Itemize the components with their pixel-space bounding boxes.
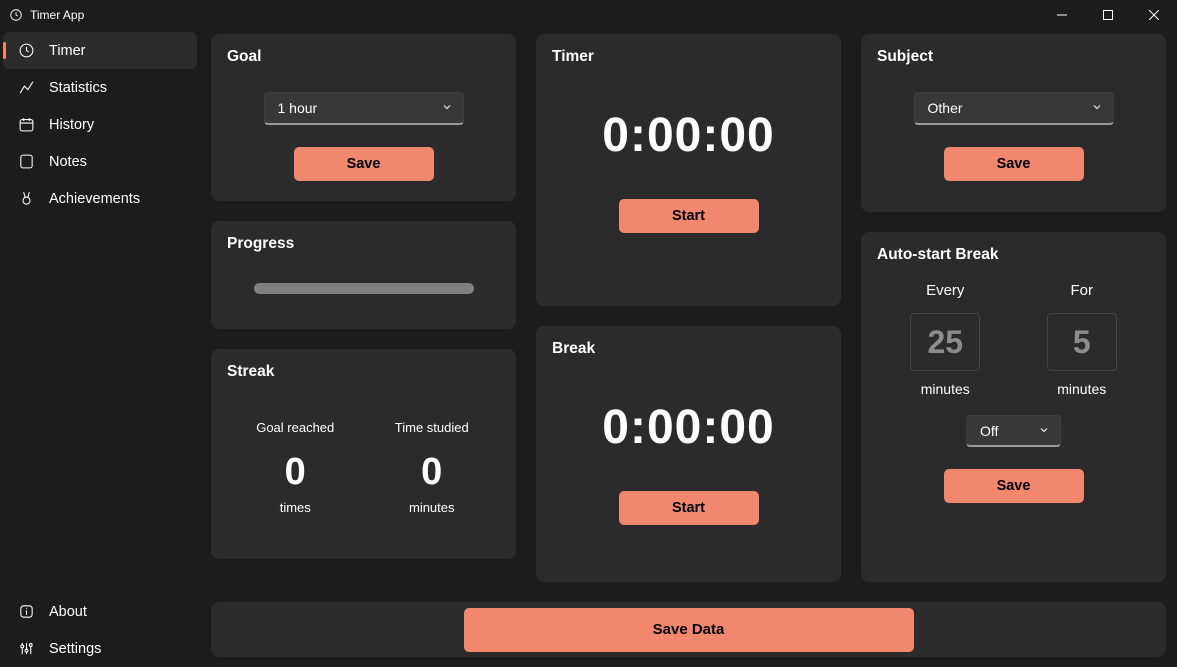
streak-goal-unit: times	[240, 500, 350, 515]
sidebar-item-notes[interactable]: Notes	[3, 143, 197, 180]
content: Goal 1 hour Save Progress Streak	[200, 30, 1177, 667]
subject-select[interactable]: Other	[914, 92, 1114, 125]
sliders-icon	[17, 640, 35, 658]
auto-for-label: For	[1032, 282, 1132, 299]
progress-card: Progress	[211, 221, 516, 329]
streak-time-column: Time studied 0 minutes	[377, 411, 487, 515]
auto-every-unit: minutes	[895, 381, 995, 397]
info-icon	[17, 603, 35, 621]
streak-time-label: Time studied	[377, 411, 487, 445]
break-display: 0:00:00	[552, 400, 825, 455]
save-data-button[interactable]: Save Data	[464, 608, 914, 652]
streak-goal-column: Goal reached 0 times	[240, 411, 350, 515]
sidebar-item-settings[interactable]: Settings	[3, 630, 197, 667]
sidebar-item-history[interactable]: History	[3, 106, 197, 143]
goal-card: Goal 1 hour Save	[211, 34, 516, 201]
subject-select-value: Other	[928, 100, 963, 116]
streak-time-unit: minutes	[377, 500, 487, 515]
timer-start-button[interactable]: Start	[619, 199, 759, 233]
app-icon	[8, 7, 24, 23]
minimize-button[interactable]	[1039, 0, 1085, 30]
save-data-card: Save Data	[211, 602, 1166, 657]
sidebar: Timer Statistics History Notes Achieveme…	[0, 30, 200, 667]
sidebar-item-statistics[interactable]: Statistics	[3, 69, 197, 106]
goal-select[interactable]: 1 hour	[264, 92, 464, 125]
clock-icon	[17, 42, 35, 60]
break-title: Break	[552, 340, 825, 358]
auto-for-input[interactable]: 5	[1047, 313, 1117, 371]
subject-card: Subject Other Save	[861, 34, 1166, 212]
auto-break-card: Auto-start Break Every 25 minutes For 5 …	[861, 232, 1166, 582]
sidebar-item-label: About	[49, 604, 87, 620]
goal-select-value: 1 hour	[278, 100, 318, 116]
sidebar-item-label: History	[49, 117, 94, 133]
titlebar: Timer App	[0, 0, 1177, 30]
sidebar-item-label: Timer	[49, 43, 86, 59]
auto-title: Auto-start Break	[877, 246, 1150, 264]
goal-save-button[interactable]: Save	[294, 147, 434, 181]
timer-card: Timer 0:00:00 Start	[536, 34, 841, 306]
window-controls	[1039, 0, 1177, 30]
auto-save-button[interactable]: Save	[944, 469, 1084, 503]
subject-title: Subject	[877, 48, 1150, 66]
streak-goal-label: Goal reached	[240, 411, 350, 445]
break-card: Break 0:00:00 Start	[536, 326, 841, 582]
sidebar-item-label: Statistics	[49, 80, 107, 96]
chevron-down-icon	[1091, 100, 1103, 116]
goal-title: Goal	[227, 48, 500, 66]
break-start-button[interactable]: Start	[619, 491, 759, 525]
progress-title: Progress	[227, 235, 500, 253]
subject-save-button[interactable]: Save	[944, 147, 1084, 181]
note-icon	[17, 153, 35, 171]
auto-mode-select[interactable]: Off	[966, 415, 1061, 447]
auto-every-column: Every 25 minutes	[895, 282, 995, 397]
auto-every-input[interactable]: 25	[910, 313, 980, 371]
streak-time-value: 0	[377, 451, 487, 494]
sidebar-item-label: Achievements	[49, 191, 140, 207]
close-button[interactable]	[1131, 0, 1177, 30]
streak-title: Streak	[227, 363, 500, 381]
auto-for-column: For 5 minutes	[1032, 282, 1132, 397]
auto-for-unit: minutes	[1032, 381, 1132, 397]
auto-every-label: Every	[895, 282, 995, 299]
sidebar-item-timer[interactable]: Timer	[3, 32, 197, 69]
auto-mode-value: Off	[980, 423, 998, 439]
window-title: Timer App	[30, 8, 84, 22]
progress-bar	[254, 283, 474, 294]
sidebar-item-label: Notes	[49, 154, 87, 170]
sidebar-item-achievements[interactable]: Achievements	[3, 180, 197, 217]
calendar-icon	[17, 116, 35, 134]
timer-display: 0:00:00	[552, 108, 825, 163]
sidebar-item-about[interactable]: About	[3, 593, 197, 630]
chevron-down-icon	[441, 100, 453, 116]
streak-goal-value: 0	[240, 451, 350, 494]
chevron-down-icon	[1038, 423, 1050, 439]
chart-icon	[17, 79, 35, 97]
maximize-button[interactable]	[1085, 0, 1131, 30]
sidebar-item-label: Settings	[49, 641, 101, 657]
streak-card: Streak Goal reached 0 times Time studied…	[211, 349, 516, 559]
medal-icon	[17, 190, 35, 208]
timer-title: Timer	[552, 48, 825, 66]
